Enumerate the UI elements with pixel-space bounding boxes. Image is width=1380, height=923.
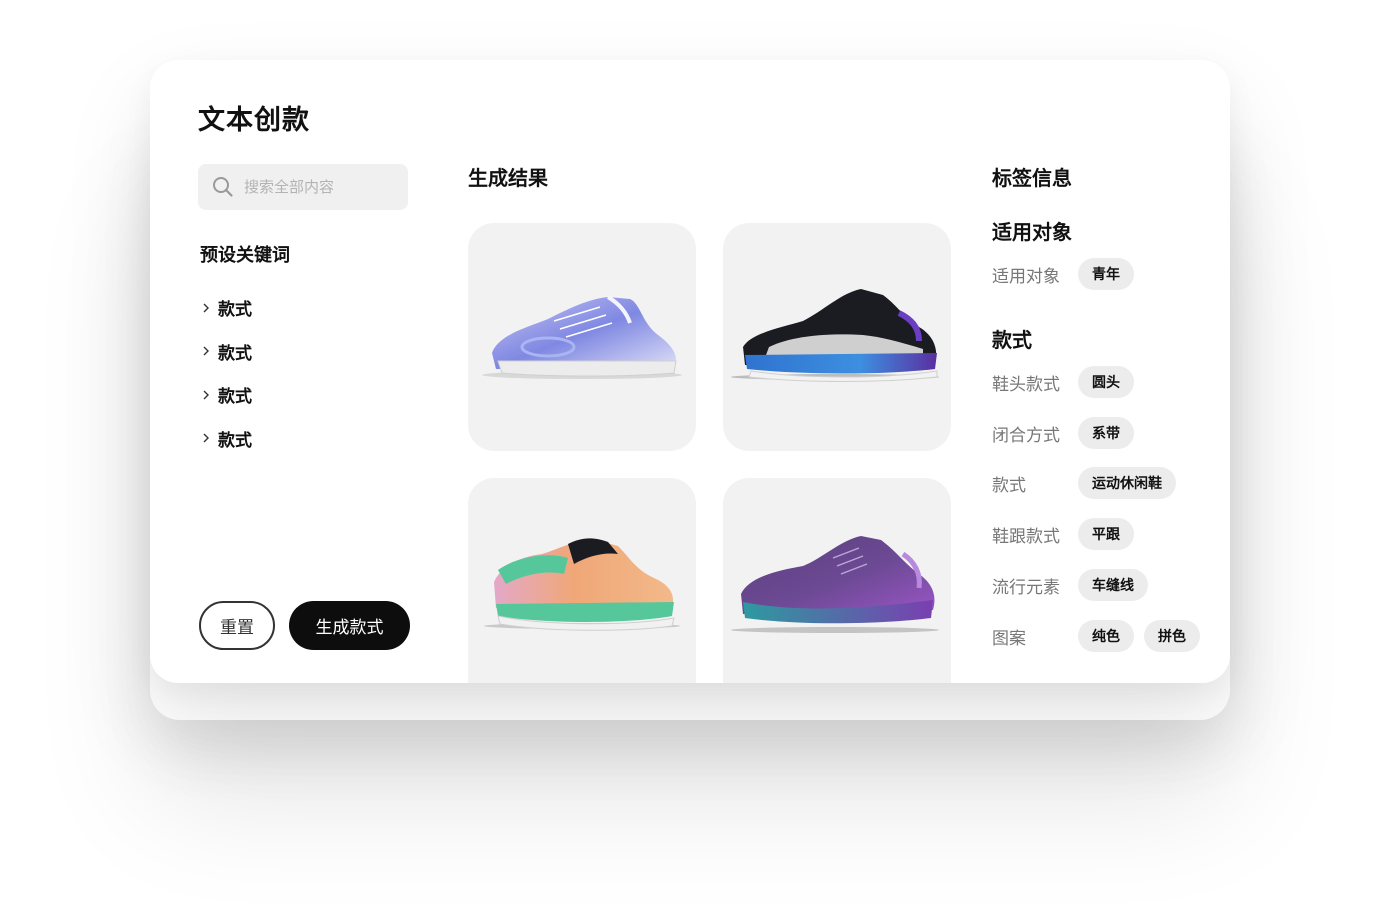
- pastel-gradient-sneaker-image: [484, 538, 680, 631]
- result-tile[interactable]: [468, 478, 696, 683]
- tag-chip[interactable]: 运动休闲鞋: [1078, 467, 1176, 499]
- result-tile[interactable]: [723, 478, 951, 683]
- tag-chip[interactable]: 拼色: [1144, 620, 1200, 652]
- section-heading-audience: 适用对象: [992, 220, 1072, 244]
- chevron-right-icon: [203, 303, 209, 313]
- chevron-right-icon: [203, 346, 209, 356]
- section-heading-style: 款式: [992, 328, 1032, 352]
- keyword-label: 款式: [218, 343, 252, 364]
- keyword-label: 款式: [218, 300, 252, 321]
- tags-heading: 标签信息: [992, 166, 1072, 190]
- page-title: 文本创款: [198, 105, 310, 136]
- holographic-sneaker-image: [482, 295, 682, 379]
- tag-row: 款式 运动休闲鞋: [992, 466, 1186, 500]
- results-heading: 生成结果: [468, 166, 548, 190]
- tag-label: 图案: [992, 628, 1026, 649]
- tag-label: 鞋跟款式: [992, 526, 1060, 547]
- tag-chip[interactable]: 圆头: [1078, 366, 1134, 398]
- generate-button[interactable]: 生成款式: [289, 601, 410, 650]
- tag-chip[interactable]: 平跟: [1078, 518, 1134, 550]
- chevron-right-icon: [203, 390, 209, 400]
- keyword-item[interactable]: 款式: [200, 286, 252, 330]
- tag-label: 流行元素: [992, 577, 1060, 598]
- tag-label: 闭合方式: [992, 425, 1060, 446]
- chevron-right-icon: [203, 433, 209, 443]
- keyword-item[interactable]: 款式: [200, 373, 252, 417]
- result-tile[interactable]: [723, 223, 951, 451]
- keyword-label: 款式: [218, 430, 252, 451]
- tag-row: 鞋头款式 圆头: [992, 365, 1144, 399]
- iridescent-purple-sneaker-image: [731, 536, 939, 633]
- tag-row: 图案 纯色 拼色: [992, 619, 1210, 653]
- preset-keywords-list: 款式 款式 款式 款式: [200, 286, 252, 460]
- keyword-item[interactable]: 款式: [200, 330, 252, 374]
- tag-row: 适用对象 青年: [992, 257, 1144, 291]
- keyword-item[interactable]: 款式: [200, 417, 252, 461]
- tag-label: 适用对象: [992, 266, 1060, 287]
- tag-chip[interactable]: 纯色: [1078, 620, 1134, 652]
- black-blue-sneaker-image: [731, 289, 939, 382]
- text-design-panel: 文本创款 预设关键词 款式 款式 款式 款式 重置 生成款式 生成结果: [150, 60, 1230, 683]
- search-input[interactable]: [244, 178, 394, 196]
- tag-chip[interactable]: 车缝线: [1078, 569, 1148, 601]
- search-icon: [213, 177, 233, 197]
- tag-label: 鞋头款式: [992, 374, 1060, 395]
- search-box[interactable]: [198, 164, 408, 210]
- tag-chip[interactable]: 系带: [1078, 417, 1134, 449]
- preset-keywords-heading: 预设关键词: [200, 245, 290, 266]
- tag-label: 款式: [992, 475, 1026, 496]
- tag-row: 鞋跟款式 平跟: [992, 517, 1144, 551]
- keyword-label: 款式: [218, 387, 252, 408]
- result-tile[interactable]: [468, 223, 696, 451]
- tag-chip[interactable]: 青年: [1078, 258, 1134, 290]
- reset-button[interactable]: 重置: [199, 601, 275, 650]
- tag-row: 流行元素 车缝线: [992, 568, 1158, 602]
- tag-row: 闭合方式 系带: [992, 416, 1144, 450]
